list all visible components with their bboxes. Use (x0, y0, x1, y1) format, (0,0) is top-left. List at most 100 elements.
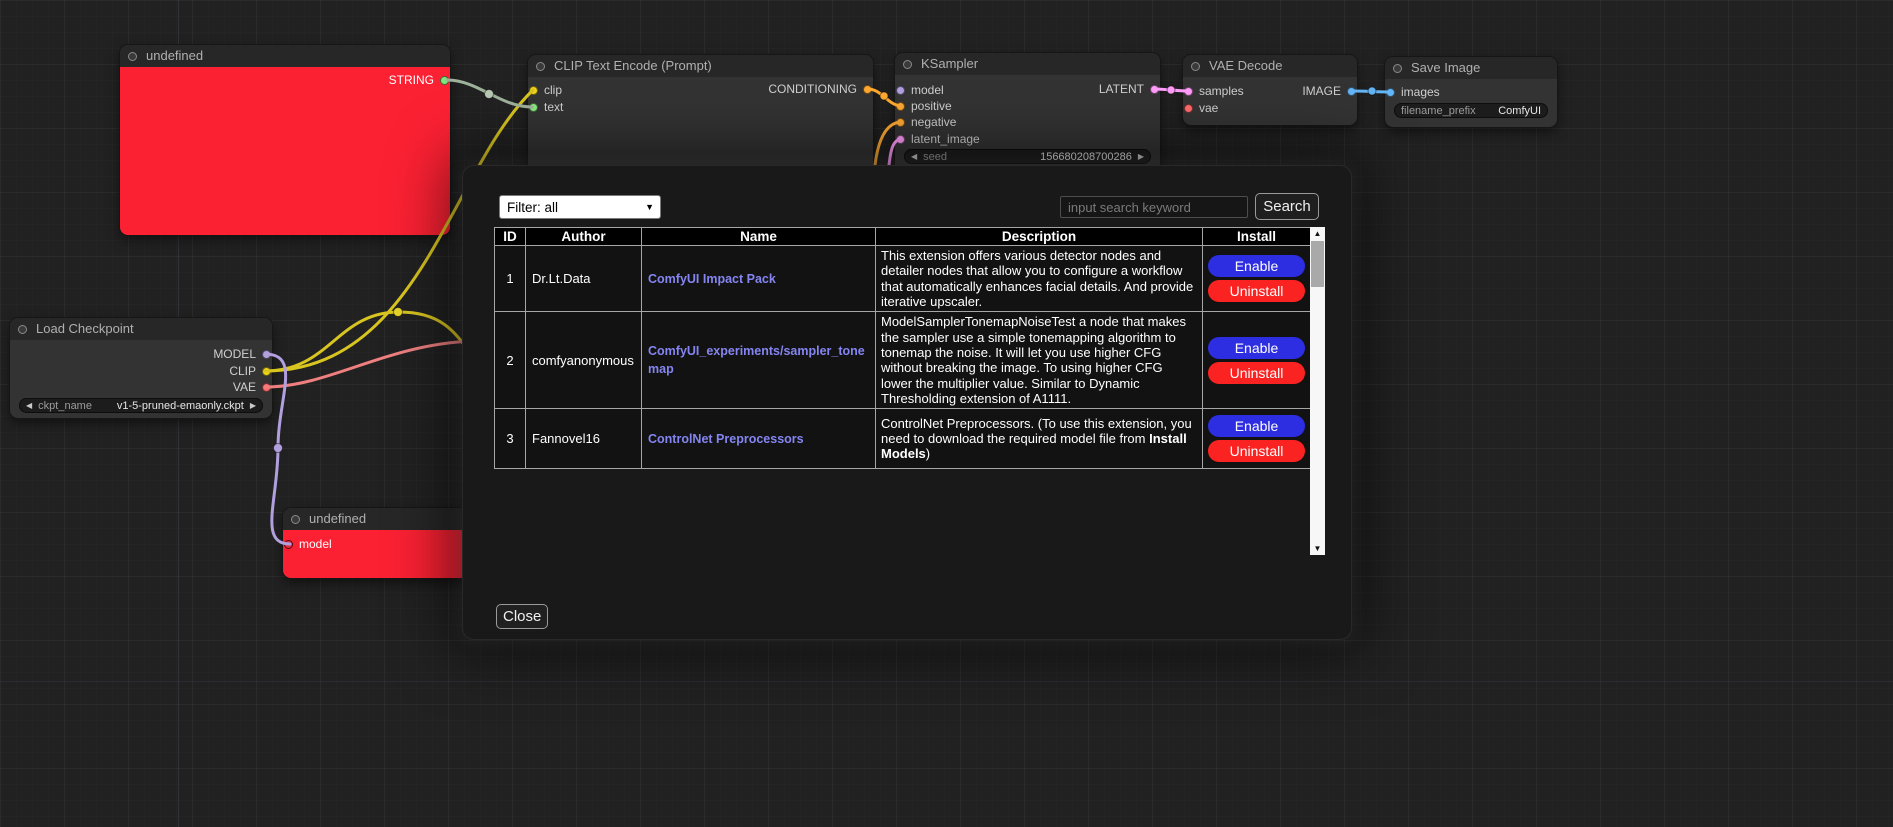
node-undefined-top[interactable]: undefined STRING (120, 45, 450, 235)
output-port-latent-icon[interactable] (1150, 85, 1159, 94)
input-slot-negative[interactable]: negative (896, 114, 956, 130)
uninstall-button[interactable]: Uninstall (1208, 440, 1305, 462)
input-slot-model[interactable]: model (896, 82, 944, 98)
extension-row: 2 comfyanonymous ComfyUI_experiments/sam… (495, 312, 1311, 409)
ckpt-name-value: v1-5-pruned-emaonly.ckpt (98, 400, 244, 412)
node-collapse-icon[interactable] (1393, 64, 1402, 73)
node-collapse-icon[interactable] (18, 325, 27, 334)
output-slot-string[interactable]: STRING (389, 72, 449, 88)
node-collapse-icon[interactable] (291, 515, 300, 524)
input-port-positive-icon[interactable] (896, 102, 905, 111)
link-midpoint-dot (274, 444, 283, 453)
node-load-checkpoint[interactable]: Load Checkpoint MODEL CLIP VAE ◀ ckpt_na… (10, 318, 272, 418)
extensions-table-container: ID Author Name Description Install 1 Dr.… (494, 227, 1325, 555)
input-slot-images[interactable]: images (1386, 84, 1440, 100)
output-port-vae-icon[interactable] (262, 383, 271, 392)
output-slot-image[interactable]: IMAGE (1302, 83, 1356, 99)
scroll-down-icon[interactable]: ▼ (1310, 542, 1325, 555)
node-title: KSampler (921, 56, 978, 71)
table-scrollbar[interactable]: ▲ ▼ (1310, 227, 1325, 555)
node-title: Load Checkpoint (36, 321, 134, 336)
seed-widget[interactable]: ◀ seed 156680208700286 ▶ (904, 149, 1151, 164)
input-slot-positive[interactable]: positive (896, 98, 952, 114)
comfyui-canvas[interactable]: undefined STRING CLIP Text Encode (Promp… (0, 0, 1893, 827)
seed-increment-icon[interactable]: ▶ (1138, 149, 1144, 164)
node-title: VAE Decode (1209, 58, 1282, 73)
filename-prefix-widget[interactable]: filename_prefix ComfyUI (1394, 103, 1548, 118)
output-slot-conditioning[interactable]: CONDITIONING (768, 81, 872, 97)
header-name: Name (642, 228, 876, 246)
link-midpoint-dot (1167, 86, 1175, 94)
output-port-clip-icon[interactable] (262, 367, 271, 376)
filter-select[interactable]: Filter: all (499, 195, 661, 219)
search-button[interactable]: Search (1255, 193, 1319, 220)
input-port-latent-icon[interactable] (896, 135, 905, 144)
link-midpoint-dot (485, 90, 494, 99)
ckpt-name-widget[interactable]: ◀ ckpt_name v1-5-pruned-emaonly.ckpt ▶ (19, 398, 263, 413)
node-collapse-icon[interactable] (128, 52, 137, 61)
scrollbar-thumb[interactable] (1311, 241, 1324, 287)
node-collapse-icon[interactable] (903, 60, 912, 69)
ckpt-prev-icon[interactable]: ◀ (26, 398, 32, 413)
input-port-model-icon[interactable] (284, 540, 293, 549)
input-port-model-icon[interactable] (896, 86, 905, 95)
search-input[interactable] (1060, 196, 1248, 218)
header-install: Install (1203, 228, 1311, 246)
input-slot-latent-image[interactable]: latent_image (896, 131, 980, 147)
row-id: 2 (495, 312, 526, 409)
enable-button[interactable]: Enable (1208, 337, 1305, 359)
seed-value: 156680208700286 (953, 151, 1132, 163)
link-clip-to-hidden (265, 312, 474, 371)
link-string-to-text (447, 80, 532, 107)
canvas-axis-horizontal (0, 681, 1893, 682)
input-port-vae-icon[interactable] (1184, 104, 1193, 113)
row-description: This extension offers various detector n… (876, 246, 1203, 312)
enable-button[interactable]: Enable (1208, 415, 1305, 437)
uninstall-button[interactable]: Uninstall (1208, 280, 1305, 302)
output-port-model-icon[interactable] (262, 350, 271, 359)
extension-link[interactable]: ComfyUI_experiments/sampler_tonemap (648, 344, 865, 376)
extension-link[interactable]: ControlNet Preprocessors (648, 432, 804, 446)
node-collapse-icon[interactable] (536, 62, 545, 71)
input-port-samples-icon[interactable] (1184, 87, 1193, 96)
node-collapse-icon[interactable] (1191, 62, 1200, 71)
uninstall-button[interactable]: Uninstall (1208, 362, 1305, 384)
extension-link[interactable]: ComfyUI Impact Pack (648, 272, 776, 286)
node-title: Save Image (1411, 60, 1480, 75)
output-port-image-icon[interactable] (1347, 87, 1356, 96)
filter-select-wrap: Filter: all ▼ (499, 195, 661, 219)
input-port-text-icon[interactable] (529, 103, 538, 112)
input-port-images-icon[interactable] (1386, 88, 1395, 97)
output-slot-clip[interactable]: CLIP (229, 363, 271, 379)
seed-decrement-icon[interactable]: ◀ (911, 149, 917, 164)
row-id: 3 (495, 409, 526, 469)
row-install-cell: Enable Uninstall (1203, 246, 1311, 312)
link-midpoint-dot (880, 92, 888, 100)
row-description: ControlNet Preprocessors. (To use this e… (876, 409, 1203, 469)
output-port-string-icon[interactable] (440, 76, 449, 85)
output-slot-latent[interactable]: LATENT (1099, 81, 1159, 97)
output-slot-model[interactable]: MODEL (213, 346, 271, 362)
node-save-image[interactable]: Save Image images filename_prefix ComfyU… (1385, 57, 1557, 127)
node-vae-decode[interactable]: VAE Decode samples vae IMAGE (1183, 55, 1357, 125)
header-description: Description (876, 228, 1203, 246)
extension-row: 1 Dr.Lt.Data ComfyUI Impact Pack This ex… (495, 246, 1311, 312)
node-title: undefined (309, 511, 366, 526)
output-slot-vae[interactable]: VAE (233, 379, 271, 395)
close-button[interactable]: Close (496, 604, 548, 629)
input-port-negative-icon[interactable] (896, 118, 905, 127)
header-id: ID (495, 228, 526, 246)
row-author: Dr.Lt.Data (526, 246, 642, 312)
table-header-row: ID Author Name Description Install (495, 228, 1311, 246)
input-slot-vae[interactable]: vae (1184, 100, 1218, 116)
input-slot-clip[interactable]: clip (529, 82, 562, 98)
enable-button[interactable]: Enable (1208, 255, 1305, 277)
input-slot-text[interactable]: text (529, 99, 563, 115)
scroll-up-icon[interactable]: ▲ (1310, 227, 1325, 240)
input-port-clip-icon[interactable] (529, 86, 538, 95)
input-slot-samples[interactable]: samples (1184, 83, 1244, 99)
node-title: undefined (146, 48, 203, 63)
output-port-conditioning-icon[interactable] (863, 85, 872, 94)
ckpt-next-icon[interactable]: ▶ (250, 398, 256, 413)
input-slot-model[interactable]: model (284, 536, 332, 552)
